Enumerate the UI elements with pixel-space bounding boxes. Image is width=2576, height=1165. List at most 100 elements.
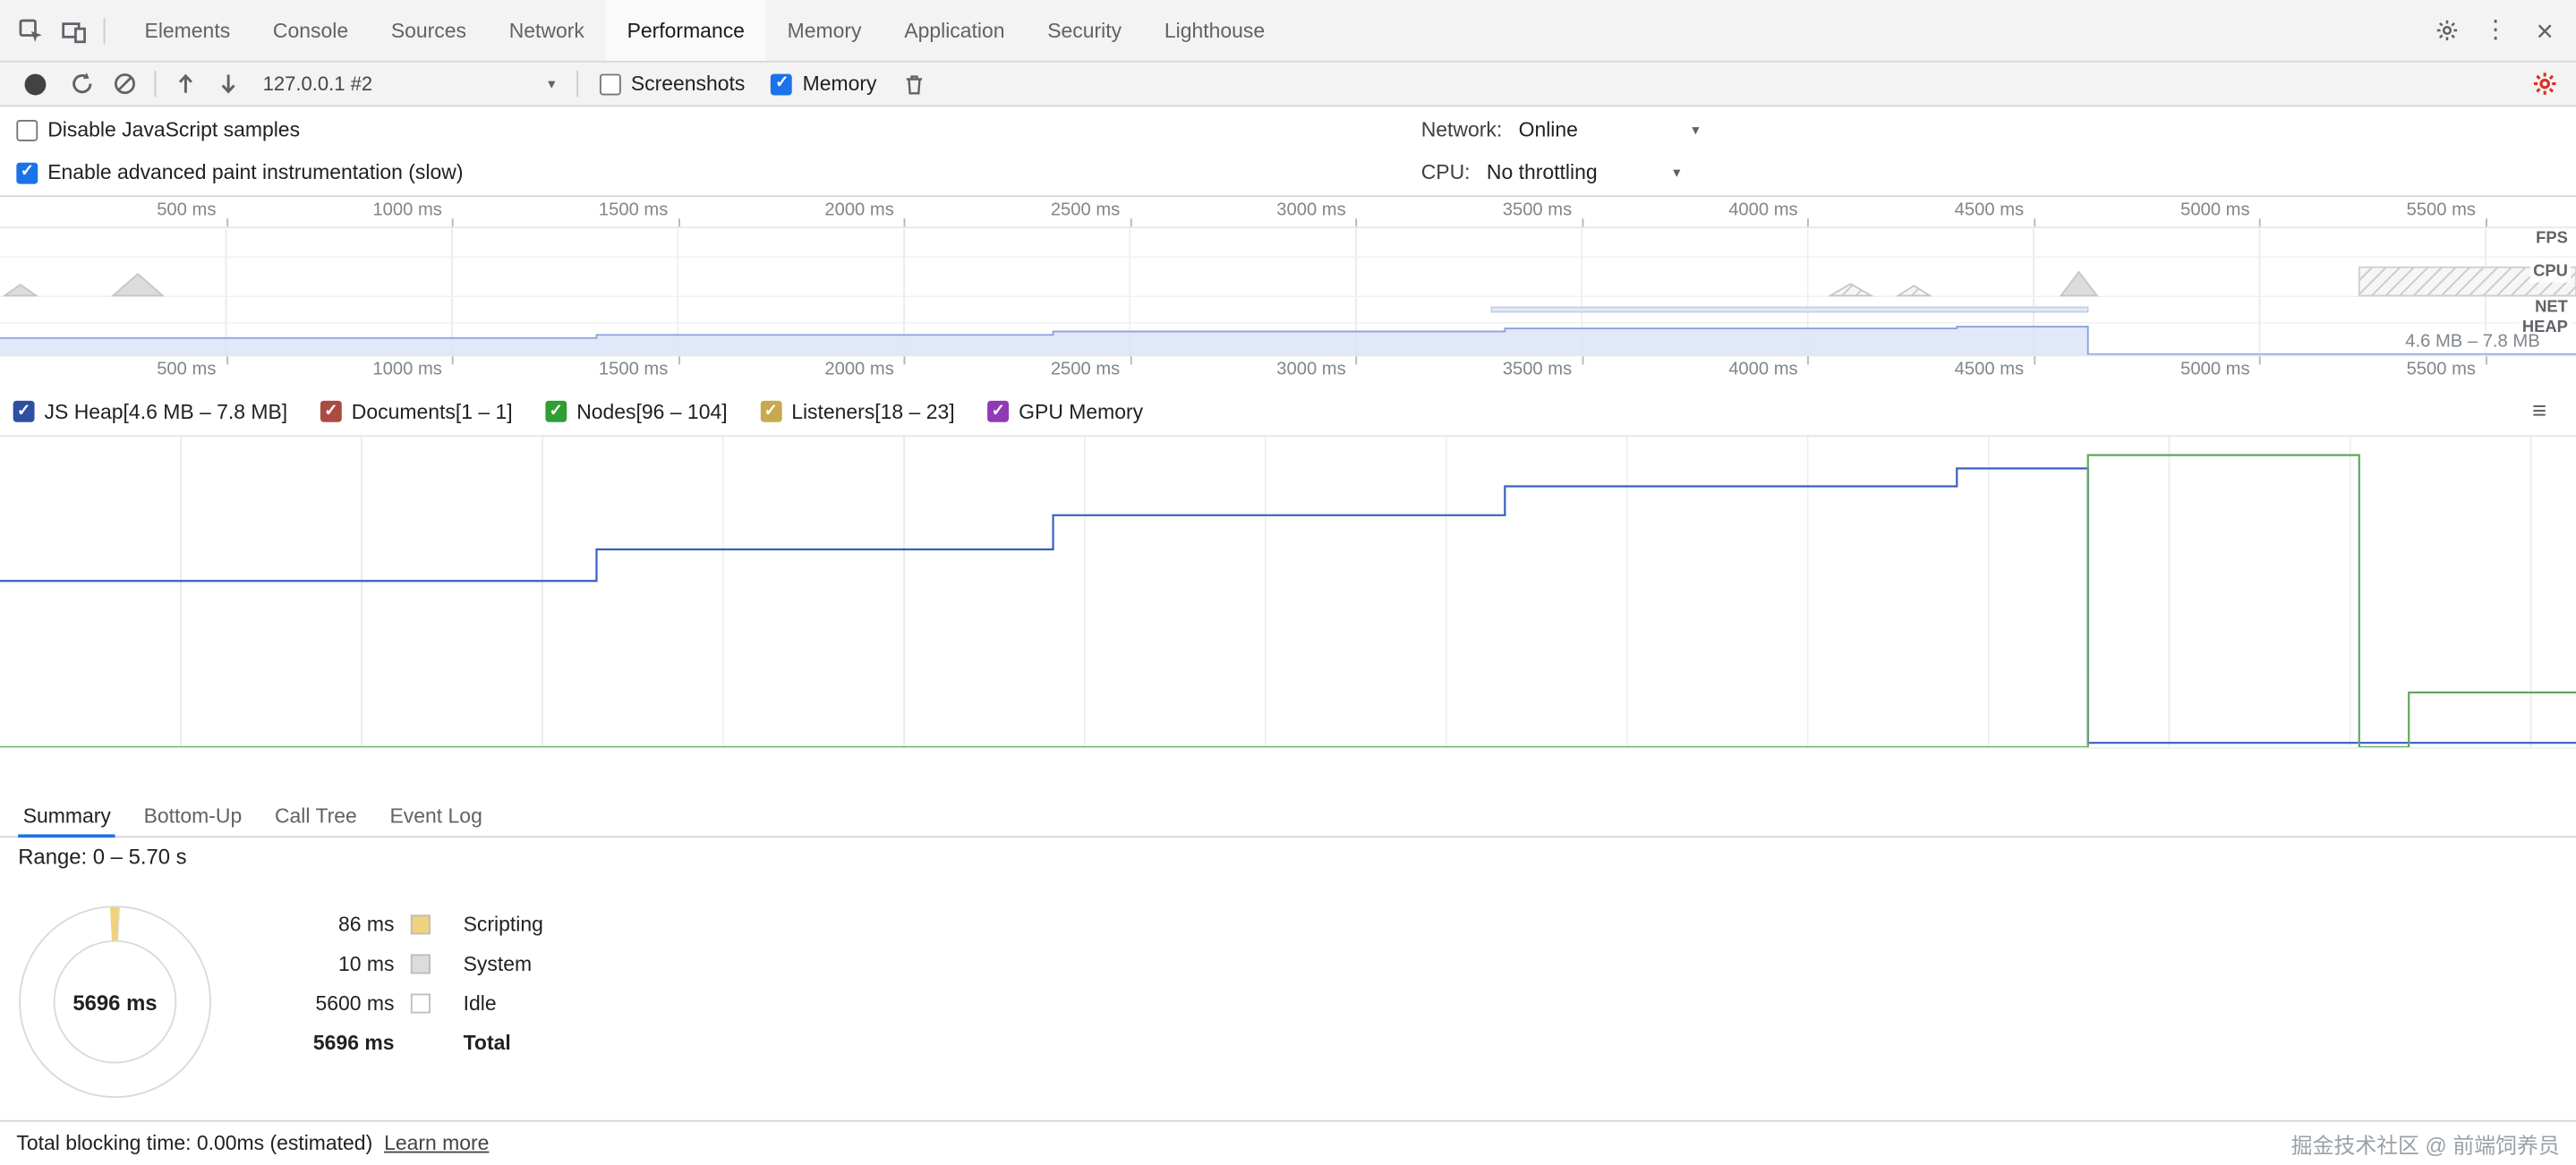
chevron-down-icon: ▾ <box>548 75 555 93</box>
legend-swatch-scripting <box>411 914 431 934</box>
ruler-tick-mark <box>678 356 679 364</box>
garbage-collect-icon[interactable] <box>893 65 936 101</box>
ruler-tick-mark <box>452 356 454 364</box>
tab-console[interactable]: Console <box>252 0 370 61</box>
ruler-tick-label: 5500 ms <box>2384 200 2476 220</box>
checkbox-icon: ✓ <box>16 162 38 183</box>
check-icon: ✓ <box>324 404 337 420</box>
tab-network[interactable]: Network <box>488 0 606 61</box>
close-devtools-icon[interactable]: × <box>2523 13 2566 48</box>
checkbox-icon: ✓ <box>760 401 781 422</box>
tab-elements[interactable]: Elements <box>124 0 252 61</box>
counter-label: Nodes[96 – 104] <box>576 400 727 423</box>
chevron-down-icon: ▾ <box>1673 164 1680 182</box>
tab-security[interactable]: Security <box>1026 0 1143 61</box>
summary-legend: 86 ms Scripting 10 ms System 5600 ms Idl… <box>243 914 543 1055</box>
ruler-tick-label: 5000 ms <box>2158 360 2250 379</box>
checkbox-icon: ✓ <box>545 401 567 422</box>
ruler-tick-mark <box>1356 356 1358 364</box>
settings-gear-icon[interactable] <box>2425 13 2468 48</box>
counter-nodes[interactable]: ✓ Nodes[96 – 104] <box>545 400 727 423</box>
checkbox-icon <box>16 119 38 140</box>
tab-lighthouse[interactable]: Lighthouse <box>1143 0 1286 61</box>
advanced-paint-checkbox[interactable]: ✓ Enable advanced paint instrumentation … <box>16 161 463 184</box>
donut-inner-ring <box>55 941 176 1063</box>
ruler-tick-label: 500 ms <box>124 200 217 220</box>
ruler-tick-label: 5000 ms <box>2158 200 2250 220</box>
tab-sources[interactable]: Sources <box>370 0 488 61</box>
counter-gpu-memory[interactable]: ✓ GPU Memory <box>987 400 1143 423</box>
load-profile-icon[interactable] <box>165 65 208 101</box>
check-icon: ✓ <box>775 75 789 91</box>
legend-label: Total <box>464 1032 543 1055</box>
toolbar-divider <box>104 17 106 43</box>
memory-counters-bar: ✓ JS Heap[4.6 MB – 7.8 MB] ✓ Documents[1… <box>0 387 2576 437</box>
cpu-throttle-control: CPU: No throttling ▾ <box>1421 161 1681 184</box>
profile-history-select[interactable]: 127.0.0.1 #2 ▾ <box>250 72 568 96</box>
cpu-select[interactable]: No throttling ▾ <box>1487 161 1681 184</box>
cpu-activity-bump <box>2060 272 2096 295</box>
chevron-down-icon: ▾ <box>1692 121 1699 139</box>
counter-label: Listeners[18 – 23] <box>791 400 954 423</box>
legend-swatch-idle <box>411 993 431 1013</box>
ruler-tick-label: 3000 ms <box>1254 200 1346 220</box>
ruler-tick-mark <box>678 218 679 226</box>
memory-chart <box>0 437 2576 747</box>
clear-recordings-icon[interactable] <box>104 65 147 101</box>
tab-summary[interactable]: Summary <box>6 795 127 836</box>
tab-event-log[interactable]: Event Log <box>373 795 499 836</box>
check-icon: ✓ <box>17 404 30 420</box>
reload-and-record-icon[interactable] <box>61 65 104 101</box>
counter-documents[interactable]: ✓ Documents[1 – 1] <box>320 400 513 423</box>
capture-settings-pane: Disable JavaScript samples ✓ Enable adva… <box>0 108 2576 197</box>
cpu-value: No throttling <box>1487 161 1598 184</box>
kebab-menu-icon[interactable]: ⋮ <box>2474 13 2517 48</box>
net-activity-bar <box>1491 307 2087 312</box>
cpu-label: CPU: <box>1421 161 1471 184</box>
performance-toolbar: 127.0.0.1 #2 ▾ Screenshots ✓ Memory <box>0 63 2576 107</box>
disable-js-samples-checkbox[interactable]: Disable JavaScript samples <box>16 118 300 141</box>
device-toolbar-icon[interactable] <box>53 13 96 48</box>
ruler-tick-mark <box>452 218 454 226</box>
ruler-tick-label: 1000 ms <box>350 360 442 379</box>
tab-application[interactable]: Application <box>883 0 1026 61</box>
ruler-tick-mark <box>1130 356 1131 364</box>
memory-checkbox[interactable]: ✓ Memory <box>772 72 877 96</box>
blocking-time-text: Total blocking time: 0.00ms (estimated) <box>16 1132 372 1155</box>
ruler-tick-label: 2500 ms <box>1028 360 1121 379</box>
save-profile-icon[interactable] <box>207 65 250 101</box>
counter-js-heap[interactable]: ✓ JS Heap[4.6 MB – 7.8 MB] <box>13 400 288 423</box>
ruler-tick-mark <box>1582 356 1583 364</box>
tab-call-tree[interactable]: Call Tree <box>259 795 374 836</box>
tab-performance[interactable]: Performance <box>606 0 766 61</box>
inspect-element-icon[interactable] <box>10 13 53 48</box>
ruler-tick-mark <box>2486 218 2487 226</box>
ruler-tick-label: 2000 ms <box>802 360 894 379</box>
toolbar-divider <box>576 71 578 97</box>
details-tabbar: Summary Bottom-Up Call Tree Event Log <box>0 795 2576 838</box>
counter-label: Documents[1 – 1] <box>352 400 513 423</box>
toolbar-divider <box>155 71 157 97</box>
check-icon: ✓ <box>992 404 1005 420</box>
network-value: Online <box>1519 118 1578 141</box>
tab-memory[interactable]: Memory <box>766 0 883 61</box>
hamburger-menu-icon[interactable]: ≡ <box>2532 397 2546 425</box>
screenshots-checkbox[interactable]: Screenshots <box>600 72 745 96</box>
status-bar: Total blocking time: 0.00ms (estimated) … <box>0 1120 2576 1165</box>
ruler-tick-label: 1500 ms <box>576 360 669 379</box>
tab-bottom-up[interactable]: Bottom-Up <box>127 795 258 836</box>
network-select[interactable]: Online ▾ <box>1519 118 1700 141</box>
devtools-tabbar: Elements Console Sources Network Perform… <box>0 0 2576 63</box>
capture-settings-gear-icon[interactable] <box>2523 65 2566 101</box>
counter-label: GPU Memory <box>1019 400 1143 423</box>
counter-listeners[interactable]: ✓ Listeners[18 – 23] <box>760 400 954 423</box>
memory-chart-area[interactable] <box>0 437 2576 749</box>
ruler-tick-label: 2500 ms <box>1028 200 1121 220</box>
timeline-overview[interactable]: 500 ms 1000 ms 1500 ms 2000 ms 2500 ms 3000 m… <box>0 197 2576 389</box>
learn-more-link[interactable]: Learn more <box>384 1132 489 1155</box>
record-button[interactable] <box>25 73 47 95</box>
panel-tabs: Elements Console Sources Network Perform… <box>124 0 1286 61</box>
ruler-tick-mark <box>1808 218 1810 226</box>
summary-pane: 5696 ms 86 ms Scripting 10 ms System 560… <box>0 900 920 1110</box>
ruler-tick-label: 1000 ms <box>350 200 442 220</box>
